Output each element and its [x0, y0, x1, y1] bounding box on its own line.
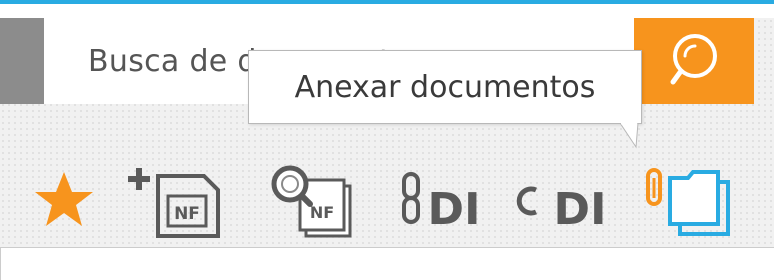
search-nf-button[interactable]: NF: [262, 155, 362, 245]
star-icon: [35, 172, 93, 226]
tooltip-pointer: [620, 123, 639, 149]
content-area: [0, 247, 774, 280]
link-di-icon: DI: [402, 172, 481, 235]
favorite-button[interactable]: [26, 155, 102, 245]
header-spacer: [0, 4, 774, 18]
unlink-di-icon: DI: [516, 184, 607, 235]
tooltip-text: Anexar documentos: [294, 69, 596, 105]
add-nf-label: NF: [174, 204, 200, 224]
link-di-button[interactable]: DI: [396, 155, 492, 245]
search-nf-label: NF: [310, 203, 334, 222]
unlink-di-button[interactable]: DI: [514, 155, 618, 245]
search-icon: [670, 34, 717, 85]
left-sidebar-edge: [0, 18, 44, 104]
unlink-di-label: DI: [554, 184, 607, 235]
search-button[interactable]: [634, 18, 754, 104]
attach-folder-icon: [646, 168, 730, 236]
add-nf-button[interactable]: NF: [128, 155, 224, 245]
link-di-label: DI: [428, 184, 481, 235]
add-nf-document-icon: NF: [128, 168, 220, 238]
attach-documents-button[interactable]: [640, 155, 752, 245]
document-toolbar: NF NF DI DI: [0, 155, 774, 245]
search-nf-document-icon: NF: [271, 165, 352, 238]
tooltip: Anexar documentos: [248, 50, 642, 124]
